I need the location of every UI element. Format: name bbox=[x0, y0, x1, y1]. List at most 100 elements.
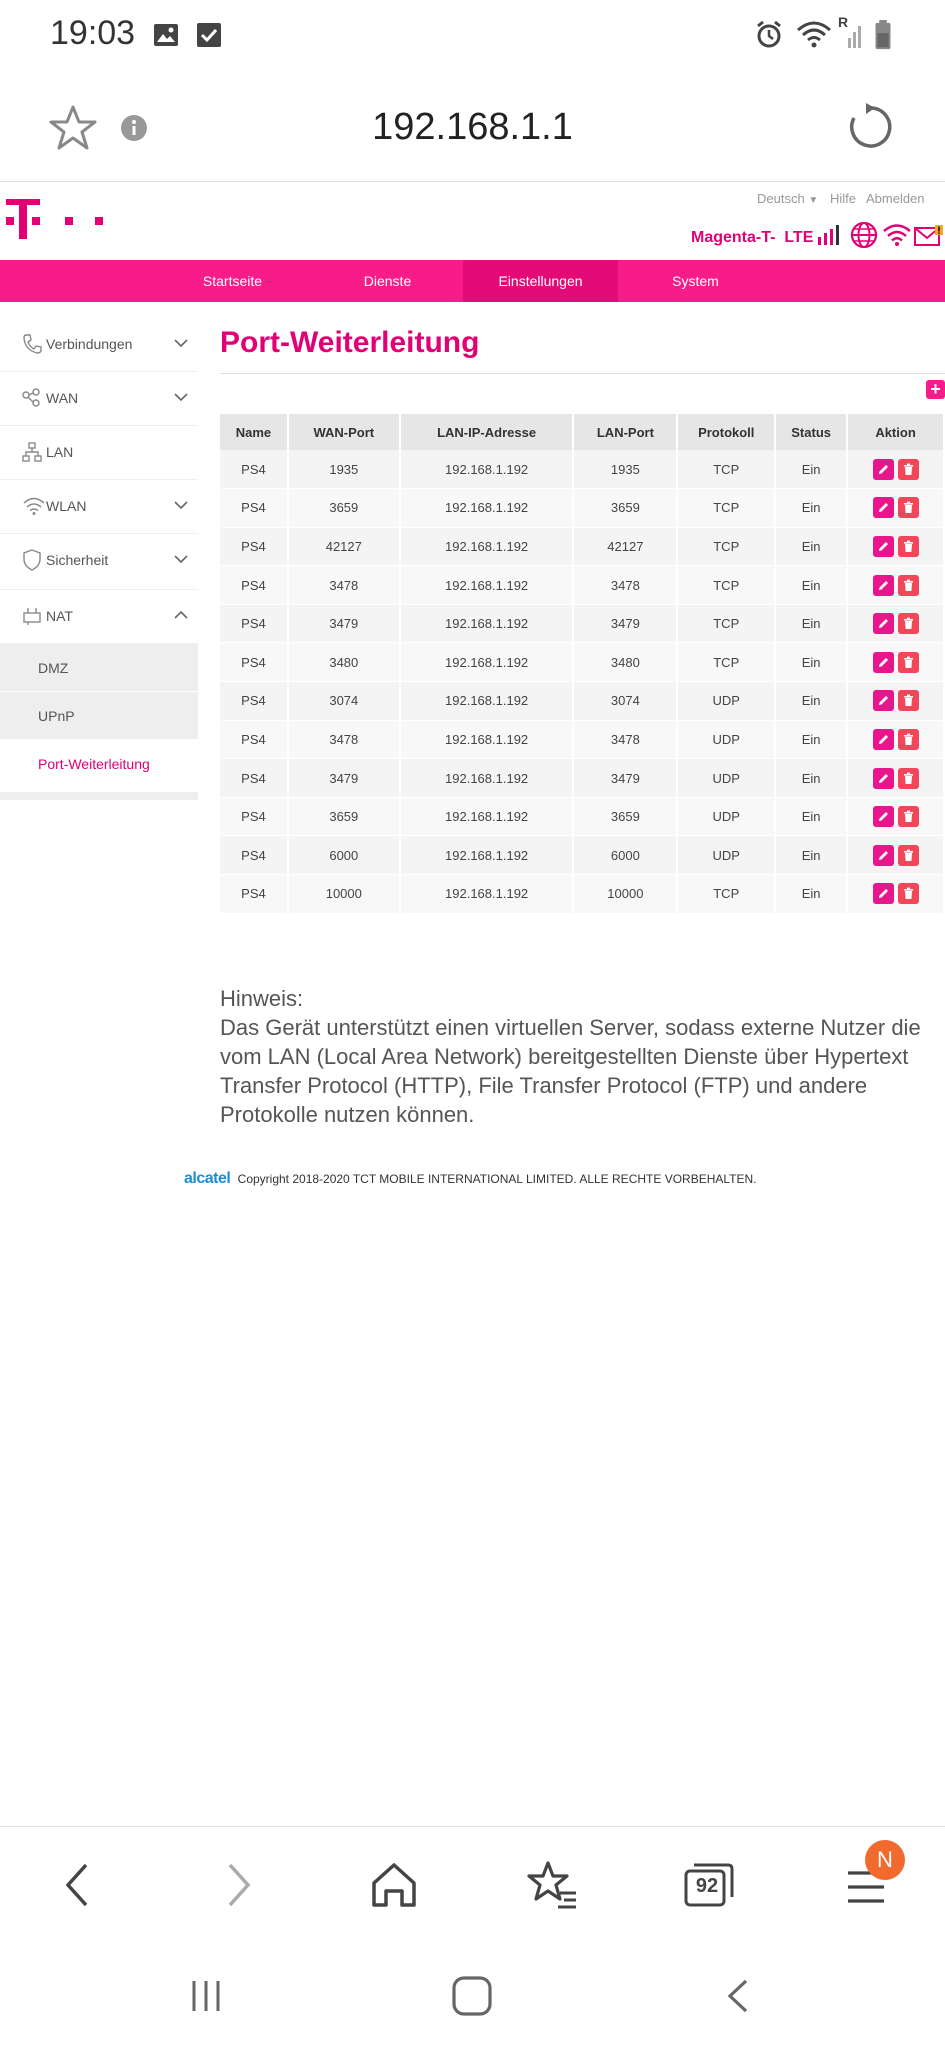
recent-apps-icon[interactable] bbox=[186, 1976, 226, 2016]
cell-lan-port: 3074 bbox=[573, 681, 679, 721]
delete-button[interactable] bbox=[897, 497, 919, 519]
nav-dienste[interactable]: Dienste bbox=[310, 260, 465, 302]
language-select[interactable]: Deutsch ▼ bbox=[757, 191, 818, 206]
cell-aktion bbox=[847, 797, 945, 837]
notification-badge: N bbox=[865, 1840, 905, 1880]
table-row: PS4 3478 192.168.1.192 3478 UDP Ein bbox=[220, 720, 945, 760]
sidebar-item-verbindungen[interactable]: Verbindungen bbox=[0, 318, 198, 372]
router-header: Deutsch ▼ Hilfe Abmelden Magenta-T- LTE bbox=[0, 183, 945, 260]
edit-button[interactable] bbox=[872, 613, 894, 635]
edit-button[interactable] bbox=[872, 728, 894, 750]
pencil-icon bbox=[878, 889, 888, 899]
url-field[interactable]: 192.168.1.1 bbox=[0, 106, 945, 149]
delete-button[interactable] bbox=[897, 728, 919, 750]
cell-protokoll: UDP bbox=[677, 835, 777, 876]
pencil-icon bbox=[878, 580, 888, 590]
sidebar-item-nat[interactable]: NAT bbox=[0, 590, 198, 644]
delete-button[interactable] bbox=[897, 613, 919, 635]
cell-wan-port: 1935 bbox=[287, 450, 401, 490]
edit-button[interactable] bbox=[872, 690, 894, 712]
sidebar-subitem-upnp[interactable]: UPnP bbox=[0, 692, 198, 740]
nav-system[interactable]: System bbox=[618, 260, 773, 302]
delete-button[interactable] bbox=[897, 767, 919, 789]
cell-lan-port: 3479 bbox=[573, 758, 679, 798]
edit-button[interactable] bbox=[872, 497, 894, 519]
message-icon[interactable] bbox=[914, 225, 944, 247]
trash-icon bbox=[903, 772, 913, 784]
edit-button[interactable] bbox=[872, 651, 894, 673]
cell-lan-port: 3659 bbox=[573, 488, 679, 528]
edit-button[interactable] bbox=[872, 844, 894, 866]
delete-button[interactable] bbox=[897, 535, 919, 557]
home-icon[interactable] bbox=[364, 1855, 424, 1915]
sidebar-item-sicherheit[interactable]: Sicherheit bbox=[0, 534, 198, 590]
cell-wan-port: 3478 bbox=[287, 565, 401, 605]
cell-lan-ip: 192.168.1.192 bbox=[399, 874, 575, 914]
cell-name: PS4 bbox=[220, 835, 289, 876]
delete-button[interactable] bbox=[897, 651, 919, 673]
edit-button[interactable] bbox=[872, 767, 894, 789]
bookmarks-icon[interactable] bbox=[522, 1855, 582, 1915]
pencil-icon bbox=[878, 812, 888, 822]
edit-button[interactable] bbox=[872, 574, 894, 596]
sidebar-item-lan[interactable]: LAN bbox=[0, 426, 198, 480]
back-icon[interactable] bbox=[48, 1855, 108, 1915]
page-title: Port-Weiterleitung bbox=[220, 326, 480, 359]
back-nav-icon[interactable] bbox=[718, 1976, 758, 2016]
cell-protokoll: TCP bbox=[677, 450, 777, 490]
tab-count: 92 bbox=[695, 1875, 719, 1897]
cell-name: PS4 bbox=[220, 450, 289, 490]
chevron-down-icon bbox=[174, 339, 188, 348]
edit-button[interactable] bbox=[872, 883, 894, 905]
reload-icon[interactable] bbox=[846, 102, 896, 152]
wan-icon bbox=[22, 388, 40, 407]
sidebar-item-wlan[interactable]: WLAN bbox=[0, 480, 198, 534]
cell-name: PS4 bbox=[220, 604, 289, 644]
phone-icon bbox=[23, 334, 42, 354]
cell-aktion bbox=[847, 681, 945, 721]
sidebar-item-wan[interactable]: WAN bbox=[0, 372, 198, 426]
cell-protokoll: UDP bbox=[677, 758, 777, 798]
cell-status: Ein bbox=[775, 450, 849, 490]
col-header-protokoll: Protokoll bbox=[677, 414, 777, 450]
cell-wan-port: 42127 bbox=[287, 527, 401, 567]
nav-einstellungen[interactable]: Einstellungen bbox=[463, 260, 618, 302]
sidebar-subitem-dmz[interactable]: DMZ bbox=[0, 644, 198, 692]
sidebar-subitem-port-weiterleitung[interactable]: Port-Weiterleitung bbox=[0, 740, 198, 788]
cell-lan-ip: 192.168.1.192 bbox=[399, 681, 575, 721]
cell-aktion bbox=[847, 527, 945, 567]
cell-status: Ein bbox=[775, 565, 849, 605]
table-row: PS4 42127 192.168.1.192 42127 TCP Ein bbox=[220, 527, 945, 567]
cell-protokoll: TCP bbox=[677, 874, 777, 914]
cell-lan-port: 10000 bbox=[573, 874, 679, 914]
logout-link[interactable]: Abmelden bbox=[866, 191, 925, 206]
help-link[interactable]: Hilfe bbox=[830, 191, 856, 206]
edit-button[interactable] bbox=[872, 535, 894, 557]
battery-icon bbox=[875, 20, 891, 50]
title-divider bbox=[220, 373, 945, 374]
delete-button[interactable] bbox=[897, 574, 919, 596]
delete-button[interactable] bbox=[897, 806, 919, 828]
cell-wan-port: 3074 bbox=[287, 681, 401, 721]
add-rule-button[interactable]: + bbox=[926, 380, 945, 399]
table-row: PS4 3478 192.168.1.192 3478 TCP Ein bbox=[220, 565, 945, 605]
delete-button[interactable] bbox=[897, 690, 919, 712]
edit-button[interactable] bbox=[872, 458, 894, 480]
main-nav: Startseite Dienste Einstellungen System bbox=[0, 260, 945, 302]
cell-wan-port: 3659 bbox=[287, 797, 401, 837]
status-bar: 19:03 R bbox=[0, 0, 945, 72]
home-nav-icon[interactable] bbox=[450, 1974, 494, 2018]
browser-toolbar: 192.168.1.1 bbox=[0, 72, 945, 182]
delete-button[interactable] bbox=[897, 458, 919, 480]
trash-icon bbox=[903, 810, 913, 823]
telekom-logo bbox=[6, 199, 103, 239]
delete-button[interactable] bbox=[897, 844, 919, 866]
cell-name: PS4 bbox=[220, 797, 289, 837]
delete-button[interactable] bbox=[897, 883, 919, 905]
cell-wan-port: 3659 bbox=[287, 488, 401, 528]
nav-startseite[interactable]: Startseite bbox=[155, 260, 310, 302]
pencil-icon bbox=[878, 657, 888, 667]
table-row: PS4 3659 192.168.1.192 3659 TCP Ein bbox=[220, 488, 945, 528]
forward-icon[interactable] bbox=[208, 1855, 268, 1915]
edit-button[interactable] bbox=[872, 806, 894, 828]
